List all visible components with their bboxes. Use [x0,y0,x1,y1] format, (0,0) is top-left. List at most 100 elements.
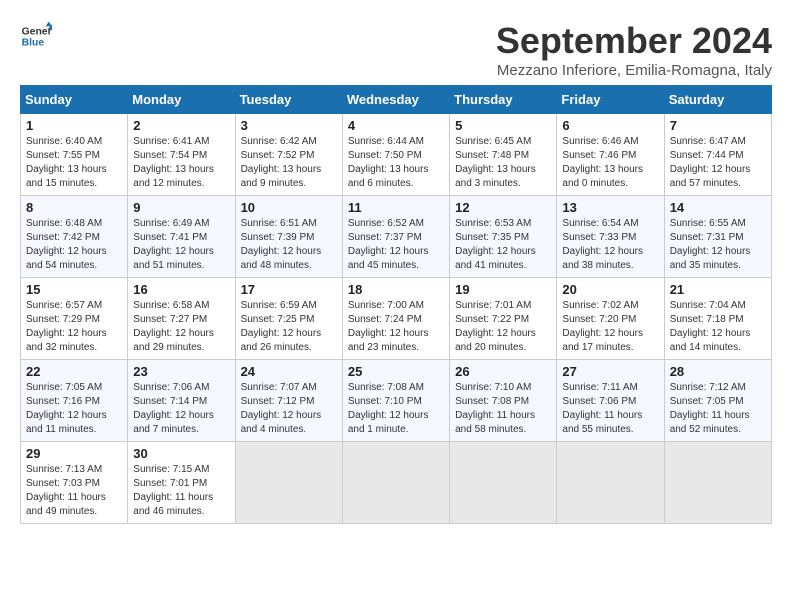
day-number: 25 [348,364,444,379]
day-info: Sunrise: 7:01 AM Sunset: 7:22 PM Dayligh… [455,299,551,355]
calendar-header-wednesday: Wednesday [342,86,449,114]
day-info: Sunrise: 6:57 AM Sunset: 7:29 PM Dayligh… [26,299,122,355]
logo: General Blue [20,20,52,52]
day-number: 2 [133,118,229,133]
day-number: 26 [455,364,551,379]
day-number: 1 [26,118,122,133]
day-info: Sunrise: 6:42 AM Sunset: 7:52 PM Dayligh… [241,135,337,191]
day-info: Sunrise: 6:41 AM Sunset: 7:54 PM Dayligh… [133,135,229,191]
day-number: 18 [348,282,444,297]
day-number: 8 [26,200,122,215]
calendar-week-row: 22 Sunrise: 7:05 AM Sunset: 7:16 PM Dayli… [21,360,772,442]
calendar-cell: 21Sunrise: 7:04 AM Sunset: 7:18 PM Dayli… [664,278,771,360]
day-number: 21 [670,282,766,297]
day-info: Sunrise: 6:47 AM Sunset: 7:44 PM Dayligh… [670,135,766,191]
calendar-header-thursday: Thursday [450,86,557,114]
calendar-cell: 8 Sunrise: 6:48 AM Sunset: 7:42 PM Daylig… [21,196,128,278]
day-number: 15 [26,282,122,297]
calendar-cell: 18Sunrise: 7:00 AM Sunset: 7:24 PM Dayli… [342,278,449,360]
day-info: Sunrise: 6:44 AM Sunset: 7:50 PM Dayligh… [348,135,444,191]
day-info: Sunrise: 7:10 AM Sunset: 7:08 PM Dayligh… [455,381,551,437]
logo-icon: General Blue [20,20,52,52]
calendar-cell: 22 Sunrise: 7:05 AM Sunset: 7:16 PM Dayli… [21,360,128,442]
calendar-cell: 11Sunrise: 6:52 AM Sunset: 7:37 PM Dayli… [342,196,449,278]
day-info: Sunrise: 7:13 AM Sunset: 7:03 PM Dayligh… [26,463,122,519]
svg-text:General: General [22,26,52,37]
day-info: Sunrise: 6:51 AM Sunset: 7:39 PM Dayligh… [241,217,337,273]
svg-text:Blue: Blue [22,38,45,49]
day-number: 5 [455,118,551,133]
day-number: 28 [670,364,766,379]
calendar-cell: 19Sunrise: 7:01 AM Sunset: 7:22 PM Dayli… [450,278,557,360]
calendar-header-friday: Friday [557,86,664,114]
day-info: Sunrise: 6:54 AM Sunset: 7:33 PM Dayligh… [562,217,658,273]
calendar-cell: 29 Sunrise: 7:13 AM Sunset: 7:03 PM Dayli… [21,442,128,524]
calendar-cell: 13 Sunrise: 6:54 AM Sunset: 7:33 PM Dayli… [557,196,664,278]
day-number: 16 [133,282,229,297]
calendar-cell: 24Sunrise: 7:07 AM Sunset: 7:12 PM Dayli… [235,360,342,442]
day-info: Sunrise: 7:11 AM Sunset: 7:06 PM Dayligh… [562,381,658,437]
day-info: Sunrise: 6:52 AM Sunset: 7:37 PM Dayligh… [348,217,444,273]
day-number: 23 [133,364,229,379]
day-number: 10 [241,200,337,215]
day-info: Sunrise: 7:05 AM Sunset: 7:16 PM Dayligh… [26,381,122,437]
day-info: Sunrise: 7:07 AM Sunset: 7:12 PM Dayligh… [241,381,337,437]
calendar-cell: 16 Sunrise: 6:58 AM Sunset: 7:27 PM Dayli… [128,278,235,360]
day-number: 4 [348,118,444,133]
calendar-cell: 10 Sunrise: 6:51 AM Sunset: 7:39 PM Dayli… [235,196,342,278]
day-number: 12 [455,200,551,215]
day-info: Sunrise: 7:12 AM Sunset: 7:05 PM Dayligh… [670,381,766,437]
calendar-header-monday: Monday [128,86,235,114]
day-info: Sunrise: 6:45 AM Sunset: 7:48 PM Dayligh… [455,135,551,191]
calendar-week-row: 15 Sunrise: 6:57 AM Sunset: 7:29 PM Dayli… [21,278,772,360]
day-info: Sunrise: 7:15 AM Sunset: 7:01 PM Dayligh… [133,463,229,519]
calendar-cell [664,442,771,524]
calendar-cell: 9Sunrise: 6:49 AM Sunset: 7:41 PM Daylig… [128,196,235,278]
calendar-header-saturday: Saturday [664,86,771,114]
day-number: 14 [670,200,766,215]
day-number: 17 [241,282,337,297]
calendar-table: SundayMondayTuesdayWednesdayThursdayFrid… [20,85,772,524]
day-number: 22 [26,364,122,379]
day-info: Sunrise: 6:58 AM Sunset: 7:27 PM Dayligh… [133,299,229,355]
day-number: 3 [241,118,337,133]
calendar-cell: 15 Sunrise: 6:57 AM Sunset: 7:29 PM Dayli… [21,278,128,360]
day-number: 7 [670,118,766,133]
calendar-week-row: 1 Sunrise: 6:40 AM Sunset: 7:55 PM Daylig… [21,114,772,196]
calendar-cell: 20Sunrise: 7:02 AM Sunset: 7:20 PM Dayli… [557,278,664,360]
calendar-header-row: SundayMondayTuesdayWednesdayThursdayFrid… [21,86,772,114]
calendar-cell: 7 Sunrise: 6:47 AM Sunset: 7:44 PM Daylig… [664,114,771,196]
month-title: September 2024 [496,20,772,62]
calendar-cell: 17 Sunrise: 6:59 AM Sunset: 7:25 PM Dayli… [235,278,342,360]
calendar-cell: 23Sunrise: 7:06 AM Sunset: 7:14 PM Dayli… [128,360,235,442]
calendar-body: 1 Sunrise: 6:40 AM Sunset: 7:55 PM Daylig… [21,114,772,524]
day-number: 6 [562,118,658,133]
calendar-header-tuesday: Tuesday [235,86,342,114]
calendar-week-row: 8 Sunrise: 6:48 AM Sunset: 7:42 PM Daylig… [21,196,772,278]
calendar-header-sunday: Sunday [21,86,128,114]
day-number: 13 [562,200,658,215]
calendar-cell: 26 Sunrise: 7:10 AM Sunset: 7:08 PM Dayli… [450,360,557,442]
calendar-cell: 30 Sunrise: 7:15 AM Sunset: 7:01 PM Dayli… [128,442,235,524]
title-block: September 2024 Mezzano Inferiore, Emilia… [496,20,772,79]
day-info: Sunrise: 6:59 AM Sunset: 7:25 PM Dayligh… [241,299,337,355]
location-subtitle: Mezzano Inferiore, Emilia-Romagna, Italy [496,62,772,79]
day-info: Sunrise: 6:40 AM Sunset: 7:55 PM Dayligh… [26,135,122,191]
day-info: Sunrise: 6:53 AM Sunset: 7:35 PM Dayligh… [455,217,551,273]
day-number: 30 [133,446,229,461]
calendar-cell: 27 Sunrise: 7:11 AM Sunset: 7:06 PM Dayli… [557,360,664,442]
day-number: 27 [562,364,658,379]
day-number: 20 [562,282,658,297]
day-info: Sunrise: 7:08 AM Sunset: 7:10 PM Dayligh… [348,381,444,437]
calendar-cell: 14 Sunrise: 6:55 AM Sunset: 7:31 PM Dayli… [664,196,771,278]
calendar-week-row: 29 Sunrise: 7:13 AM Sunset: 7:03 PM Dayli… [21,442,772,524]
day-info: Sunrise: 6:46 AM Sunset: 7:46 PM Dayligh… [562,135,658,191]
calendar-cell: 6 Sunrise: 6:46 AM Sunset: 7:46 PM Daylig… [557,114,664,196]
day-info: Sunrise: 6:49 AM Sunset: 7:41 PM Dayligh… [133,217,229,273]
day-info: Sunrise: 6:55 AM Sunset: 7:31 PM Dayligh… [670,217,766,273]
day-info: Sunrise: 6:48 AM Sunset: 7:42 PM Dayligh… [26,217,122,273]
day-number: 29 [26,446,122,461]
page-header: General Blue September 2024 Mezzano Infe… [20,20,772,79]
calendar-cell: 25 Sunrise: 7:08 AM Sunset: 7:10 PM Dayli… [342,360,449,442]
calendar-cell [557,442,664,524]
